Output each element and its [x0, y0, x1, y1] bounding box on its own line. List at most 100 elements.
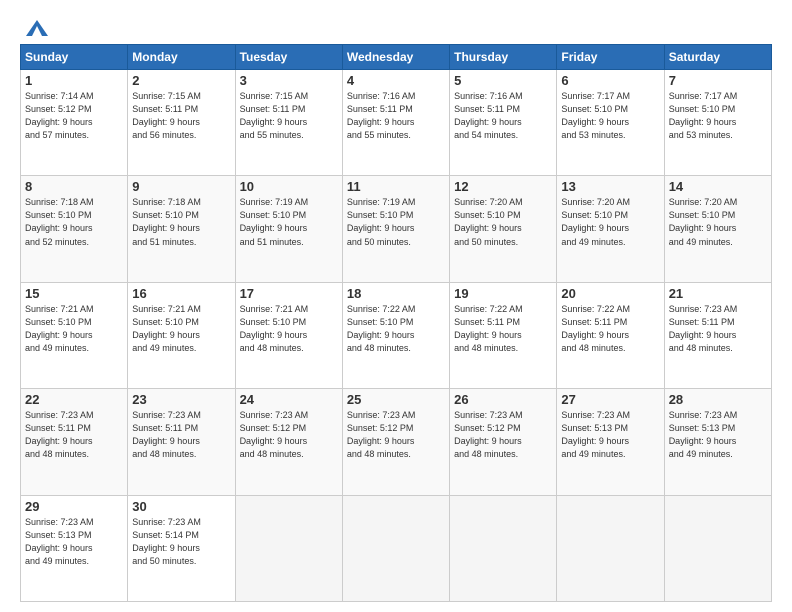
calendar-cell: 22 Sunrise: 7:23 AM Sunset: 5:11 PM Dayli…	[21, 389, 128, 495]
day-info: Sunrise: 7:21 AM Sunset: 5:10 PM Dayligh…	[240, 303, 338, 355]
day-info: Sunrise: 7:21 AM Sunset: 5:10 PM Dayligh…	[132, 303, 230, 355]
calendar-cell: 1 Sunrise: 7:14 AM Sunset: 5:12 PM Daylig…	[21, 70, 128, 176]
day-info: Sunrise: 7:20 AM Sunset: 5:10 PM Dayligh…	[669, 196, 767, 248]
day-info: Sunrise: 7:22 AM Sunset: 5:11 PM Dayligh…	[454, 303, 552, 355]
day-number: 12	[454, 179, 552, 194]
day-info: Sunrise: 7:23 AM Sunset: 5:11 PM Dayligh…	[25, 409, 123, 461]
calendar-cell: 18 Sunrise: 7:22 AM Sunset: 5:10 PM Dayli…	[342, 282, 449, 388]
day-number: 6	[561, 73, 659, 88]
calendar-cell: 12Sunrise: 7:20 AM Sunset: 5:10 PM Dayli…	[450, 176, 557, 282]
calendar-table: SundayMondayTuesdayWednesdayThursdayFrid…	[20, 44, 772, 602]
calendar-cell	[342, 495, 449, 601]
day-info: Sunrise: 7:17 AM Sunset: 5:10 PM Dayligh…	[669, 90, 767, 142]
day-info: Sunrise: 7:16 AM Sunset: 5:11 PM Dayligh…	[347, 90, 445, 142]
day-number: 24	[240, 392, 338, 407]
day-info: Sunrise: 7:23 AM Sunset: 5:13 PM Dayligh…	[669, 409, 767, 461]
day-number: 20	[561, 286, 659, 301]
day-number: 27	[561, 392, 659, 407]
calendar-cell: 17 Sunrise: 7:21 AM Sunset: 5:10 PM Dayli…	[235, 282, 342, 388]
calendar-cell: 9 Sunrise: 7:18 AM Sunset: 5:10 PM Daylig…	[128, 176, 235, 282]
calendar-cell: 10Sunrise: 7:19 AM Sunset: 5:10 PM Dayli…	[235, 176, 342, 282]
calendar-cell: 21 Sunrise: 7:23 AM Sunset: 5:11 PM Dayli…	[664, 282, 771, 388]
day-number: 5	[454, 73, 552, 88]
day-info: Sunrise: 7:15 AM Sunset: 5:11 PM Dayligh…	[132, 90, 230, 142]
day-number: 23	[132, 392, 230, 407]
day-info: Sunrise: 7:23 AM Sunset: 5:11 PM Dayligh…	[669, 303, 767, 355]
day-number: 28	[669, 392, 767, 407]
day-number: 10	[240, 179, 338, 194]
day-number: 15	[25, 286, 123, 301]
calendar-cell: 15 Sunrise: 7:21 AM Sunset: 5:10 PM Dayli…	[21, 282, 128, 388]
day-number: 18	[347, 286, 445, 301]
day-number: 22	[25, 392, 123, 407]
logo	[20, 18, 50, 34]
col-header-wednesday: Wednesday	[342, 45, 449, 70]
calendar-cell	[557, 495, 664, 601]
day-info: Sunrise: 7:17 AM Sunset: 5:10 PM Dayligh…	[561, 90, 659, 142]
day-number: 21	[669, 286, 767, 301]
day-number: 1	[25, 73, 123, 88]
calendar-cell: 27 Sunrise: 7:23 AM Sunset: 5:13 PM Dayli…	[557, 389, 664, 495]
day-number: 17	[240, 286, 338, 301]
day-info: Sunrise: 7:23 AM Sunset: 5:14 PM Dayligh…	[132, 516, 230, 568]
calendar-cell	[664, 495, 771, 601]
col-header-tuesday: Tuesday	[235, 45, 342, 70]
calendar-cell: 2 Sunrise: 7:15 AM Sunset: 5:11 PM Daylig…	[128, 70, 235, 176]
calendar-cell: 11 Sunrise: 7:19 AM Sunset: 5:10 PM Dayli…	[342, 176, 449, 282]
calendar-cell: 25Sunrise: 7:23 AM Sunset: 5:12 PM Dayli…	[342, 389, 449, 495]
calendar-cell: 20 Sunrise: 7:22 AM Sunset: 5:11 PM Dayli…	[557, 282, 664, 388]
col-header-sunday: Sunday	[21, 45, 128, 70]
day-info: Sunrise: 7:23 AM Sunset: 5:12 PM Dayligh…	[240, 409, 338, 461]
day-info: Sunrise: 7:18 AM Sunset: 5:10 PM Dayligh…	[25, 196, 123, 248]
day-number: 29	[25, 499, 123, 514]
col-header-monday: Monday	[128, 45, 235, 70]
calendar-cell: 24 Sunrise: 7:23 AM Sunset: 5:12 PM Dayli…	[235, 389, 342, 495]
day-number: 26	[454, 392, 552, 407]
col-header-saturday: Saturday	[664, 45, 771, 70]
calendar-cell: 28 Sunrise: 7:23 AM Sunset: 5:13 PM Dayli…	[664, 389, 771, 495]
calendar-cell: 8 Sunrise: 7:18 AM Sunset: 5:10 PM Daylig…	[21, 176, 128, 282]
calendar-cell: 13 Sunrise: 7:20 AM Sunset: 5:10 PM Dayli…	[557, 176, 664, 282]
day-info: Sunrise: 7:23 AM Sunset: 5:11 PM Dayligh…	[132, 409, 230, 461]
logo-icon	[24, 18, 50, 38]
day-number: 30	[132, 499, 230, 514]
calendar-cell: 5 Sunrise: 7:16 AM Sunset: 5:11 PM Daylig…	[450, 70, 557, 176]
day-number: 3	[240, 73, 338, 88]
day-number: 9	[132, 179, 230, 194]
calendar-cell: 16 Sunrise: 7:21 AM Sunset: 5:10 PM Dayli…	[128, 282, 235, 388]
col-header-thursday: Thursday	[450, 45, 557, 70]
day-number: 19	[454, 286, 552, 301]
calendar-cell: 19 Sunrise: 7:22 AM Sunset: 5:11 PM Dayli…	[450, 282, 557, 388]
calendar-cell: 14 Sunrise: 7:20 AM Sunset: 5:10 PM Dayli…	[664, 176, 771, 282]
header	[20, 18, 772, 34]
calendar-cell: 7 Sunrise: 7:17 AM Sunset: 5:10 PM Daylig…	[664, 70, 771, 176]
day-info: Sunrise: 7:21 AM Sunset: 5:10 PM Dayligh…	[25, 303, 123, 355]
day-number: 13	[561, 179, 659, 194]
day-info: Sunrise: 7:23 AM Sunset: 5:13 PM Dayligh…	[561, 409, 659, 461]
day-info: Sunrise: 7:23 AM Sunset: 5:12 PM Dayligh…	[454, 409, 552, 461]
day-info: Sunrise: 7:14 AM Sunset: 5:12 PM Dayligh…	[25, 90, 123, 142]
calendar-cell	[450, 495, 557, 601]
col-header-friday: Friday	[557, 45, 664, 70]
calendar-cell: 6 Sunrise: 7:17 AM Sunset: 5:10 PM Daylig…	[557, 70, 664, 176]
day-number: 2	[132, 73, 230, 88]
day-number: 11	[347, 179, 445, 194]
day-number: 8	[25, 179, 123, 194]
day-info: Sunrise: 7:22 AM Sunset: 5:10 PM Dayligh…	[347, 303, 445, 355]
day-number: 7	[669, 73, 767, 88]
day-number: 14	[669, 179, 767, 194]
calendar-cell: 4Sunrise: 7:16 AM Sunset: 5:11 PM Daylig…	[342, 70, 449, 176]
calendar-cell	[235, 495, 342, 601]
day-info: Sunrise: 7:20 AM Sunset: 5:10 PM Dayligh…	[561, 196, 659, 248]
calendar-cell: 29Sunrise: 7:23 AM Sunset: 5:13 PM Dayli…	[21, 495, 128, 601]
calendar-cell: 26 Sunrise: 7:23 AM Sunset: 5:12 PM Dayli…	[450, 389, 557, 495]
day-info: Sunrise: 7:15 AM Sunset: 5:11 PM Dayligh…	[240, 90, 338, 142]
day-number: 16	[132, 286, 230, 301]
day-info: Sunrise: 7:23 AM Sunset: 5:12 PM Dayligh…	[347, 409, 445, 461]
day-info: Sunrise: 7:18 AM Sunset: 5:10 PM Dayligh…	[132, 196, 230, 248]
calendar-cell: 3 Sunrise: 7:15 AM Sunset: 5:11 PM Daylig…	[235, 70, 342, 176]
day-info: Sunrise: 7:22 AM Sunset: 5:11 PM Dayligh…	[561, 303, 659, 355]
page: SundayMondayTuesdayWednesdayThursdayFrid…	[0, 0, 792, 612]
day-info: Sunrise: 7:16 AM Sunset: 5:11 PM Dayligh…	[454, 90, 552, 142]
day-info: Sunrise: 7:19 AM Sunset: 5:10 PM Dayligh…	[347, 196, 445, 248]
